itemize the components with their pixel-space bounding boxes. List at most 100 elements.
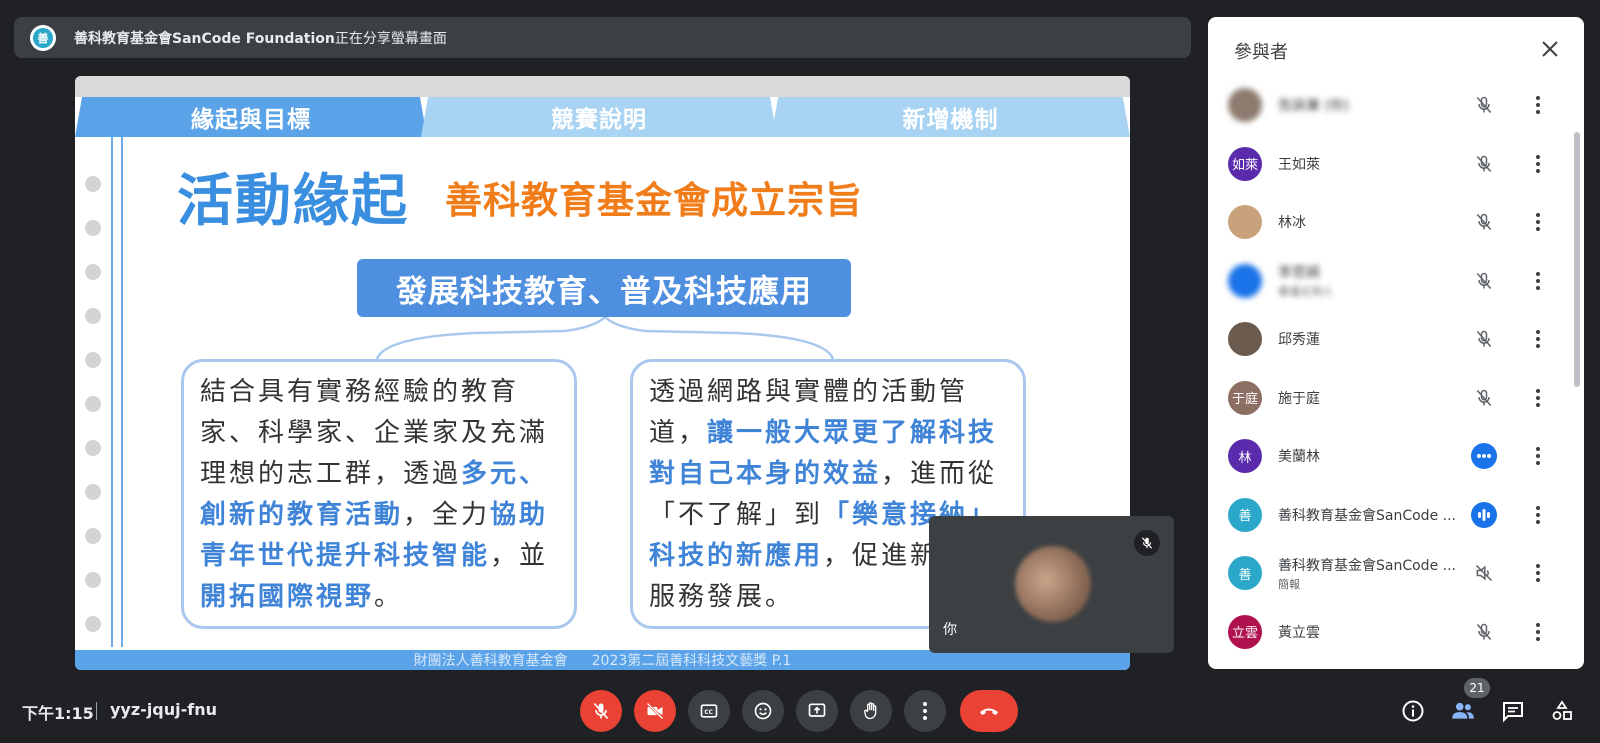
participant-name: 李思娟 會議主持人 [1278, 262, 1458, 299]
participant-role: 會議主持人 [1278, 285, 1333, 299]
avatar [1228, 88, 1262, 123]
raise-hand-button[interactable] [850, 690, 892, 732]
divider [96, 702, 97, 720]
participant-name: 善科教育基金會SanCode ... [1278, 507, 1456, 524]
slide-tab-origin: 緣起與目標 [75, 97, 427, 137]
people-icon [1452, 702, 1474, 719]
slide-tab-new-mechanism: 新增機制 [771, 97, 1130, 137]
participant-name: 善科教育基金會SanCode ... 簡報 [1278, 555, 1458, 592]
participant-row[interactable]: 如萊 王如萊 [1208, 135, 1584, 194]
close-icon[interactable] [1532, 31, 1568, 67]
mic-off-icon [1470, 208, 1498, 236]
more-options-icon[interactable] [1528, 91, 1548, 119]
participant-name: 美蘭林 [1278, 449, 1320, 466]
slide-title: 活動緣起 [177, 169, 409, 234]
participant-row[interactable]: 善善科教育基金會SanCode ... [1208, 486, 1584, 545]
mic-off-icon [1470, 325, 1498, 353]
participant-row[interactable]: 立雲 黃立雲 [1208, 603, 1584, 662]
avatar: 如萊 [1228, 146, 1262, 181]
mic-off-icon [1470, 384, 1498, 412]
volume-off-icon [1470, 559, 1498, 587]
more-options-icon[interactable] [1528, 267, 1548, 295]
share-banner-text: 善科教育基金會SanCode Foundation正在分享螢幕畫面 [74, 28, 447, 48]
share-status: 正在分享螢幕畫面 [334, 30, 447, 47]
slide-footer: 財團法人善科教育基金會 2023第二屆善科科技文藝獎 P.1 [75, 650, 1130, 670]
mic-off-icon [1470, 150, 1498, 178]
participant-row[interactable]: 善善科教育基金會SanCode ... 簡報 [1208, 544, 1584, 603]
participant-role: 簡報 [1278, 577, 1300, 591]
participant-row[interactable]: 李思娟 會議主持人 [1208, 252, 1584, 311]
participant-name: 邱秀蓮 [1278, 332, 1320, 349]
captions-button[interactable]: CC [688, 690, 730, 732]
mic-off-icon [1470, 91, 1498, 119]
idle-indicator-icon [1470, 442, 1498, 470]
more-options-icon[interactable] [1528, 384, 1548, 412]
clock: 下午1:15 [22, 704, 94, 723]
more-options-icon[interactable] [1528, 208, 1548, 236]
raise-hand-icon [864, 702, 877, 720]
presenter-logo-icon: 善 [30, 24, 56, 51]
leave-call-button[interactable] [960, 690, 1018, 732]
more-options-icon[interactable] [1528, 559, 1548, 587]
more-options-icon[interactable] [1528, 618, 1548, 646]
avatar [1228, 263, 1262, 298]
slide-main-goal: 發展科技教育、普及科技應用 [357, 259, 851, 317]
participant-name: 王如萊 [1278, 156, 1320, 173]
slide-top-strip [75, 76, 1130, 97]
self-avatar [1015, 546, 1091, 622]
participant-list: 告訴兼 (你) 如萊 王如萊 林冰 李思娟 會議主持人 邱秀蓮 于庭 施于庭林美蘭林善善科教育基… [1208, 76, 1584, 661]
more-options-icon[interactable] [1528, 501, 1548, 529]
slide-subtitle: 善科教育基金會成立宗旨 [445, 179, 863, 222]
avatar: 善 [1228, 556, 1262, 591]
avatar: 于庭 [1228, 380, 1262, 415]
participant-row[interactable]: 告訴兼 (你) [1208, 76, 1584, 135]
footer-org: 財團法人善科教育基金會 [413, 653, 568, 669]
self-name-label: 你 [943, 622, 957, 638]
slide-tab-competition: 競賽說明 [421, 97, 777, 137]
participant-count-badge: 21 [1464, 678, 1490, 698]
participant-row[interactable]: 林美蘭林 [1208, 427, 1584, 486]
participant-row[interactable]: 林冰 [1208, 193, 1584, 252]
panel-title: 參與者 [1234, 42, 1288, 63]
participant-row[interactable]: 于庭 施于庭 [1208, 369, 1584, 428]
mic-off-icon [1134, 530, 1160, 556]
activities-button[interactable] [1548, 697, 1576, 725]
emoji-reaction-button[interactable] [742, 690, 784, 732]
mic-toggle-button[interactable] [580, 690, 622, 732]
emoji-icon [754, 702, 772, 720]
end-call-icon [980, 708, 998, 715]
self-video-tile[interactable]: 你 [929, 516, 1174, 653]
footer-event: 2023第二屆善科科技文藝獎 P.1 [591, 653, 792, 669]
more-options-icon[interactable] [1528, 325, 1548, 353]
margin-line [121, 137, 123, 647]
meeting-code: yyz-jquj-fnu [110, 700, 218, 719]
participant-row[interactable]: 邱秀蓮 [1208, 310, 1584, 369]
participant-name: 黃立雲 [1278, 624, 1320, 641]
meeting-details-button[interactable] [1399, 697, 1427, 725]
camera-toggle-button[interactable] [634, 690, 676, 732]
avatar: 立雲 [1228, 614, 1262, 649]
presenter-name: 善科教育基金會SanCode Foundation [74, 30, 335, 47]
mic-off-icon [1470, 267, 1498, 295]
more-options-icon[interactable] [1528, 150, 1548, 178]
camera-off-icon [646, 702, 664, 720]
activities-icon [1552, 700, 1572, 720]
more-options-button[interactable] [904, 690, 946, 732]
mic-off-icon [593, 702, 609, 720]
avatar [1228, 322, 1262, 357]
captions-icon: CC [700, 704, 718, 718]
chat-icon [1503, 702, 1523, 723]
present-screen-button[interactable] [796, 690, 838, 732]
more-options-icon [923, 702, 927, 720]
more-options-icon[interactable] [1528, 442, 1548, 470]
brace-connector [375, 317, 835, 360]
screen-share-banner: 善 善科教育基金會SanCode Foundation正在分享螢幕畫面 [14, 17, 1191, 58]
people-button[interactable] [1449, 697, 1477, 725]
participant-name: 告訴兼 (你) [1278, 98, 1350, 115]
margin-line [111, 137, 113, 647]
avatar: 善 [1228, 497, 1262, 532]
notebook-holes [85, 176, 101, 660]
participant-name: 林冰 [1278, 215, 1306, 232]
chat-button[interactable] [1499, 697, 1527, 725]
panel-scrollbar[interactable] [1574, 132, 1580, 387]
